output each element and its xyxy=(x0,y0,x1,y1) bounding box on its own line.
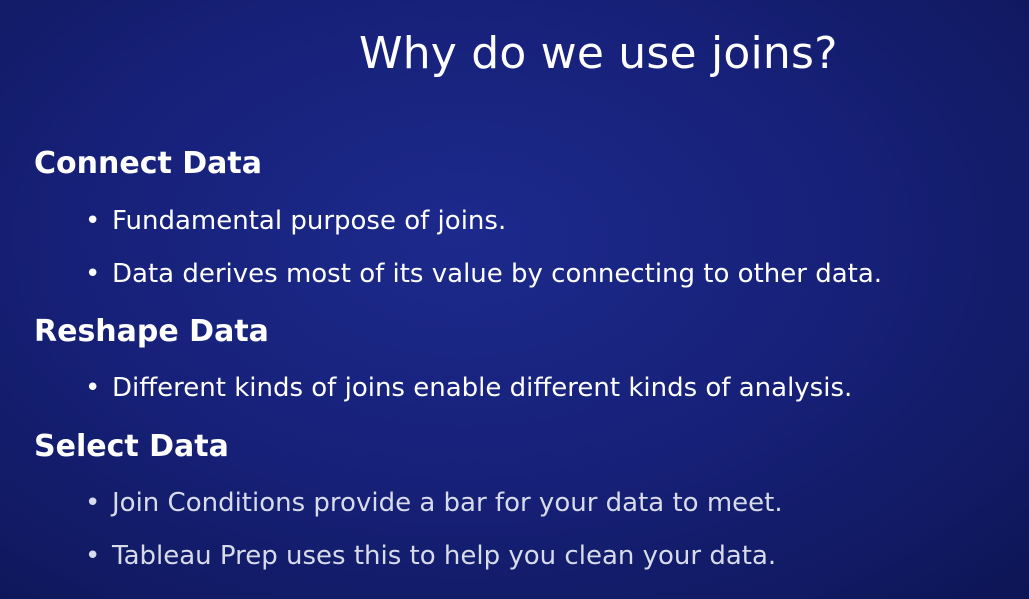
bullet-icon: • xyxy=(85,488,101,518)
bullet-item: • Different kinds of joins enable differe… xyxy=(85,373,852,403)
bullet-item: • Fundamental purpose of joins. xyxy=(85,206,506,236)
bullet-item: • Tableau Prep uses this to help you clea… xyxy=(85,541,776,571)
bullet-icon: • xyxy=(85,373,101,403)
bullet-text: Fundamental purpose of joins. xyxy=(112,206,507,236)
section-heading-connect-data: Connect Data xyxy=(34,146,262,181)
section-heading-select-data: Select Data xyxy=(34,429,229,464)
bullet-item: • Join Conditions provide a bar for your … xyxy=(85,488,783,518)
bullet-text: Join Conditions provide a bar for your d… xyxy=(112,488,783,518)
bullet-icon: • xyxy=(85,206,101,236)
bullet-icon: • xyxy=(85,259,101,289)
bullet-item: • Data derives most of its value by conne… xyxy=(85,259,882,289)
bullet-text: Different kinds of joins enable differen… xyxy=(112,373,853,403)
slide-title: Why do we use joins? xyxy=(359,28,838,79)
bullet-text: Data derives most of its value by connec… xyxy=(112,259,883,289)
presentation-slide: Why do we use joins? Connect Data • Funda… xyxy=(0,0,1029,599)
bullet-icon: • xyxy=(85,541,101,571)
bullet-text: Tableau Prep uses this to help you clean… xyxy=(112,541,777,571)
section-heading-reshape-data: Reshape Data xyxy=(34,314,269,349)
